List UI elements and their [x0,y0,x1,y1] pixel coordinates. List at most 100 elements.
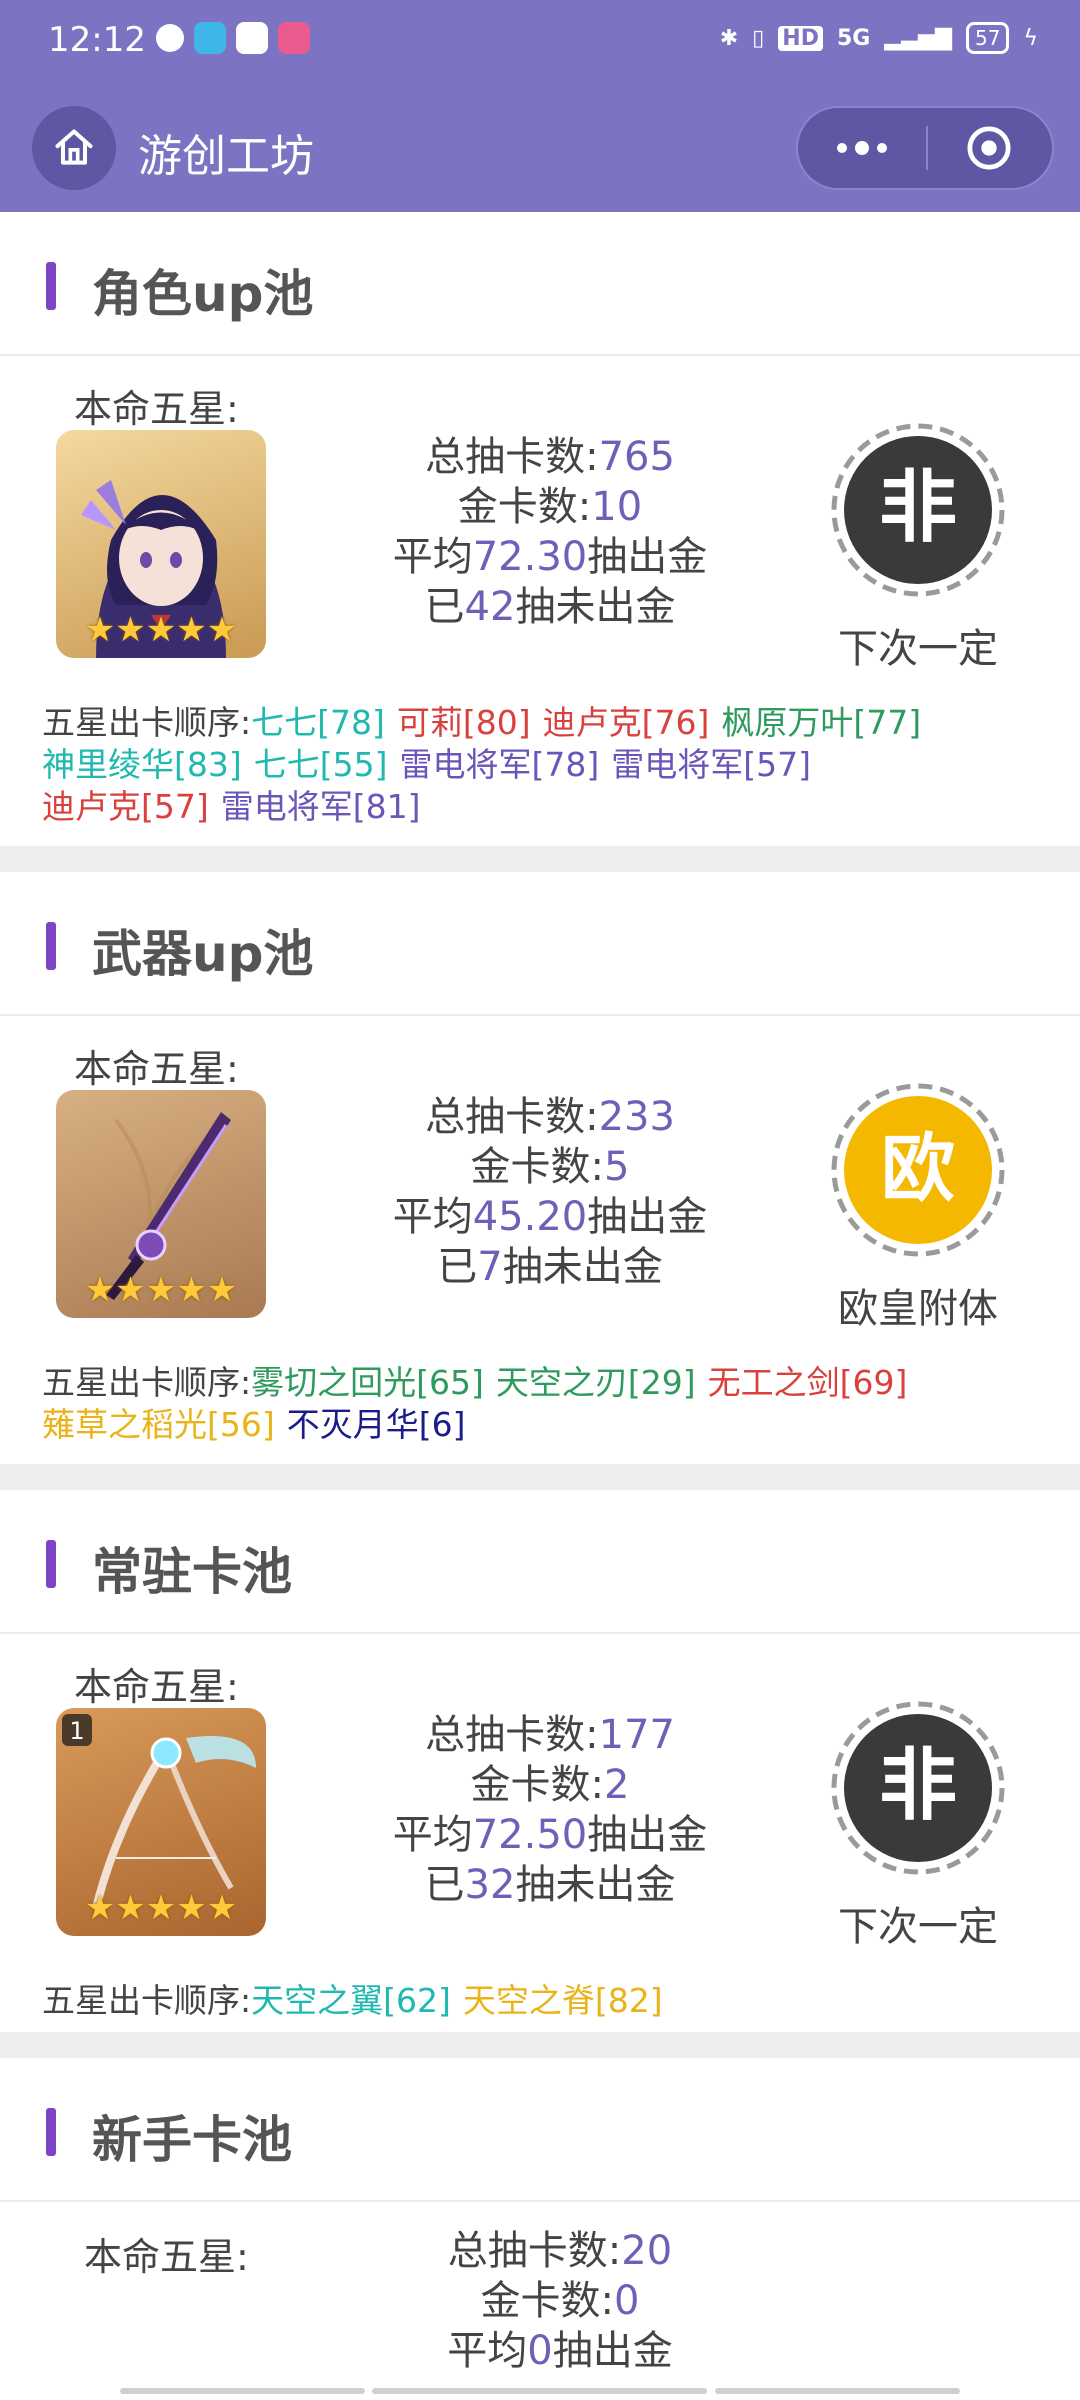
order-item: 雷电将军[78] [399,745,600,784]
more-dot-icon [877,143,887,153]
order-item: 可莉[80] [396,703,531,742]
since-value: 32 [464,1862,516,1908]
badge-label: 下次一定 [838,1904,998,1950]
five-star-order: 五星出卡顺序:天空之翼[62] 天空之脊[82] [42,1980,1052,2022]
avg-suffix: 抽出金 [552,2328,673,2374]
pool-stats: 总抽卡数:20 金卡数:0 平均0抽出金 [340,2226,780,2376]
section-title: 角色up池 [92,265,314,323]
section-divider [0,1464,1080,1490]
avg-suffix: 抽出金 [587,1812,708,1858]
five-star-order: 五星出卡顺序:七七[78] 可莉[80] 迪卢克[76] 枫原万叶[77] 神里绫华[8… [42,702,1052,828]
weapon-portrait[interactable]: 1 ★★★★★ [56,1708,266,1936]
avg-value: 0 [527,2328,553,2374]
capsule-divider [926,126,928,170]
charging-icon: ϟ [1023,25,1038,51]
play-store-icon [236,22,268,54]
character-pool-section: 角色up池 本命五星: ★★★★★ 总抽卡数:765 金卡数:10 平均72.3… [0,214,1080,844]
top-header: 12:12 ✱ ▯ HD 5G ▂▃▅▇ 57 ϟ 游创工坊 [0,0,1080,212]
character-portrait[interactable]: ★★★★★ [56,430,266,658]
signal-icon: ▂▃▅▇ [884,25,953,51]
order-item: 雾切之回光[65] [251,1363,484,1402]
battery-icon: 57 [966,22,1010,54]
app-notification-icon [278,22,310,54]
section-title: 武器up池 [92,925,314,983]
total-pulls-label: 总抽卡数: [447,2228,622,2274]
order-item: 不灭月华[6] [286,1405,466,1444]
badge-char: 非 [879,1741,957,1831]
total-pulls-value: 20 [621,2228,673,2274]
home-button[interactable] [32,106,116,190]
since-value: 7 [477,1244,503,1290]
scroll-indicator [120,2388,365,2394]
unlucky-badge-icon: 非 [831,423,1005,597]
more-button[interactable] [798,108,926,188]
badge-char: 欧 [881,1126,955,1212]
more-dot-icon [855,141,869,155]
order-item: 七七[78] [251,703,385,742]
section-header: 武器up池 [0,874,1080,1016]
svg-text:1: 1 [69,1717,84,1745]
weapon-pool-section: 武器up池 本命五星: ★★★★★ 总抽卡数:233 金卡数:5 平均45.20… [0,874,1080,1464]
badge-char: 非 [879,463,957,553]
notification-icons [156,22,310,54]
order-label: 五星出卡顺序: [42,703,252,742]
order-item: 迪卢克[76] [542,703,710,742]
benming-label: 本命五星: [74,1047,239,1091]
five-star-rating: ★★★★★ [84,610,238,650]
order-item: 雷电将军[81] [220,787,421,826]
app-notification-icon [156,24,184,52]
bluetooth-icon: ✱ [719,25,739,51]
gold-count-value: 0 [614,2278,640,2324]
total-pulls-value: 233 [598,1094,675,1140]
avg-value: 72.30 [472,534,588,580]
order-item: 无工之剑[69] [707,1363,908,1402]
more-dot-icon [837,143,847,153]
close-target-icon[interactable] [966,125,1012,171]
section-header: 新手卡池 [0,2060,1080,2202]
gold-count-label: 金卡数: [470,1144,605,1190]
standard-pool-section: 常驻卡池 本命五星: 1 ★★★★★ 总抽卡数:177 金卡数:2 平均72.5… [0,1492,1080,2032]
unlucky-badge-icon: 非 [831,1701,1005,1875]
order-label: 五星出卡顺序: [42,1981,252,2020]
section-divider [0,846,1080,872]
total-pulls-label: 总抽卡数: [425,434,599,480]
total-pulls-value: 765 [598,434,675,480]
since-prefix: 已 [424,584,465,630]
order-item: 迪卢克[57] [42,787,209,826]
section-accent-bar [46,2108,56,2156]
page-title: 游创工坊 [138,131,314,182]
weapon-portrait[interactable]: ★★★★★ [56,1090,266,1318]
gold-count-value: 5 [604,1144,630,1190]
benming-label: 本命五星: [74,387,239,431]
since-suffix: 抽未出金 [515,584,676,630]
scroll-indicator [372,2388,707,2394]
avg-value: 45.20 [472,1194,588,1240]
five-star-rating: ★★★★★ [84,1888,238,1928]
since-prefix: 已 [424,1862,465,1908]
nav-bar: 游创工坊 [0,96,1080,206]
order-label: 五星出卡顺序: [42,1363,252,1402]
since-prefix: 已 [437,1244,478,1290]
lucky-badge-icon: 欧 [831,1083,1005,1257]
gold-count-value: 2 [604,1762,630,1808]
five-star-rating: ★★★★★ [84,1270,238,1310]
total-pulls-value: 177 [598,1712,675,1758]
order-item: 七七[55] [253,745,388,784]
avg-suffix: 抽出金 [587,1194,708,1240]
pool-stats: 总抽卡数:177 金卡数:2 平均72.50抽出金 已32抽未出金 [330,1710,770,1910]
section-header: 常驻卡池 [0,1492,1080,1634]
avg-prefix: 平均 [447,2328,528,2374]
badge-label: 下次一定 [838,626,998,672]
section-header: 角色up池 [0,214,1080,356]
avg-suffix: 抽出金 [587,534,708,580]
section-accent-bar [46,1540,56,1588]
five-star-order: 五星出卡顺序:雾切之回光[65] 天空之刃[29] 无工之剑[69] 薙草之稻光[56… [42,1362,1052,1446]
miniprogram-capsule [796,106,1054,190]
benming-label: 本命五星: [84,2235,249,2279]
benming-label: 本命五星: [74,1665,239,1709]
hd-icon: HD [778,25,823,51]
section-title: 新手卡池 [92,2111,292,2169]
gold-count-label: 金卡数: [457,484,592,530]
signal-label: 5G [836,25,871,51]
avg-prefix: 平均 [392,534,473,580]
